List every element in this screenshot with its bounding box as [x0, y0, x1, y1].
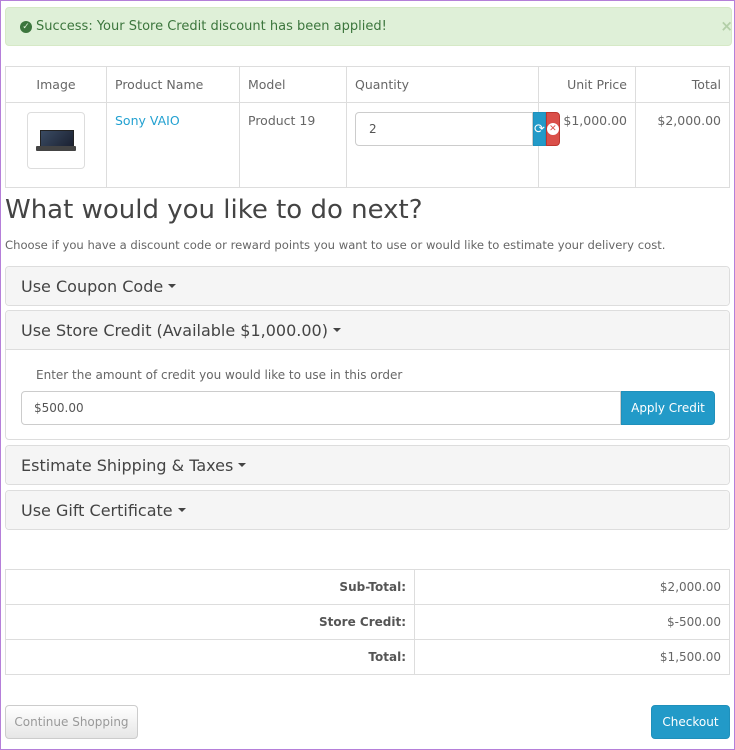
apply-credit-button[interactable]: Apply Credit — [621, 391, 715, 425]
gift-certificate-panel-title: Use Gift Certificate — [21, 500, 173, 520]
product-image-cell — [5, 102, 107, 188]
table-row: Store Credit: $-500.00 — [5, 604, 730, 640]
header-product-name: Product Name — [106, 66, 240, 103]
shipping-panel: Estimate Shipping & Taxes — [5, 445, 730, 485]
header-total: Total — [635, 66, 730, 103]
coupon-panel-title: Use Coupon Code — [21, 276, 164, 296]
store-credit-value: $-500.00 — [414, 604, 730, 640]
subtotal-label: Sub-Total: — [5, 569, 415, 605]
coupon-panel-toggle[interactable]: Use Coupon Code — [6, 267, 729, 305]
product-model: Product 19 — [239, 102, 347, 188]
caret-down-icon — [168, 284, 177, 288]
header-quantity: Quantity — [346, 66, 539, 103]
gift-certificate-panel-toggle[interactable]: Use Gift Certificate — [6, 491, 729, 529]
intro-text: Choose if you have a discount code or re… — [5, 238, 666, 252]
table-row: Sony VAIO Product 19 ⟳ ✕ $1,000.00 $2,00… — [5, 102, 730, 188]
line-total: $2,000.00 — [635, 102, 730, 188]
product-thumbnail[interactable] — [27, 112, 85, 169]
coupon-panel: Use Coupon Code — [5, 266, 730, 306]
checkout-button[interactable]: Checkout — [651, 705, 730, 739]
quantity-cell: ⟳ ✕ — [346, 102, 560, 188]
table-row: Total: $1,500.00 — [5, 639, 730, 675]
success-alert: ✓ Success: Your Store Credit discount ha… — [5, 7, 733, 46]
close-icon[interactable]: × — [720, 17, 733, 35]
subtotal-value: $2,000.00 — [414, 569, 730, 605]
cart-table: Image Product Name Model Quantity Unit P… — [5, 66, 730, 188]
check-circle-icon: ✓ — [20, 20, 32, 33]
caret-down-icon — [238, 463, 247, 467]
header-model: Model — [239, 66, 347, 103]
refresh-icon: ⟳ — [534, 121, 545, 137]
store-credit-label: Store Credit: — [5, 604, 415, 640]
remove-item-button[interactable]: ✕ — [545, 112, 560, 146]
credit-amount-input[interactable] — [21, 391, 621, 425]
quantity-input[interactable] — [355, 112, 533, 146]
product-link[interactable]: Sony VAIO — [115, 113, 180, 128]
total-value: $1,500.00 — [414, 639, 730, 675]
store-credit-panel: Use Store Credit (Available $1,000.00) E… — [5, 310, 730, 440]
header-unit-price: Unit Price — [538, 66, 636, 103]
shipping-panel-title: Estimate Shipping & Taxes — [21, 455, 234, 475]
totals-table: Sub-Total: $2,000.00 Store Credit: $-500… — [5, 569, 730, 675]
shipping-panel-toggle[interactable]: Estimate Shipping & Taxes — [6, 446, 729, 484]
table-row: Sub-Total: $2,000.00 — [5, 569, 730, 605]
laptop-image — [36, 129, 76, 152]
credit-amount-label: Enter the amount of credit you would lik… — [36, 368, 403, 382]
header-image: Image — [5, 66, 107, 103]
caret-down-icon — [332, 328, 341, 332]
alert-message: Success: Your Store Credit discount has … — [36, 19, 387, 34]
cart-header-row: Image Product Name Model Quantity Unit P… — [5, 66, 730, 103]
total-label: Total: — [5, 639, 415, 675]
remove-circle-icon: ✕ — [546, 123, 559, 135]
caret-down-icon — [177, 508, 186, 512]
continue-shopping-button[interactable]: Continue Shopping — [5, 705, 138, 739]
page-heading: What would you like to do next? — [5, 195, 423, 225]
store-credit-panel-title: Use Store Credit (Available $1,000.00) — [21, 320, 328, 340]
store-credit-panel-toggle[interactable]: Use Store Credit (Available $1,000.00) — [6, 311, 729, 350]
update-quantity-button[interactable]: ⟳ — [533, 112, 546, 146]
gift-certificate-panel: Use Gift Certificate — [5, 490, 730, 530]
